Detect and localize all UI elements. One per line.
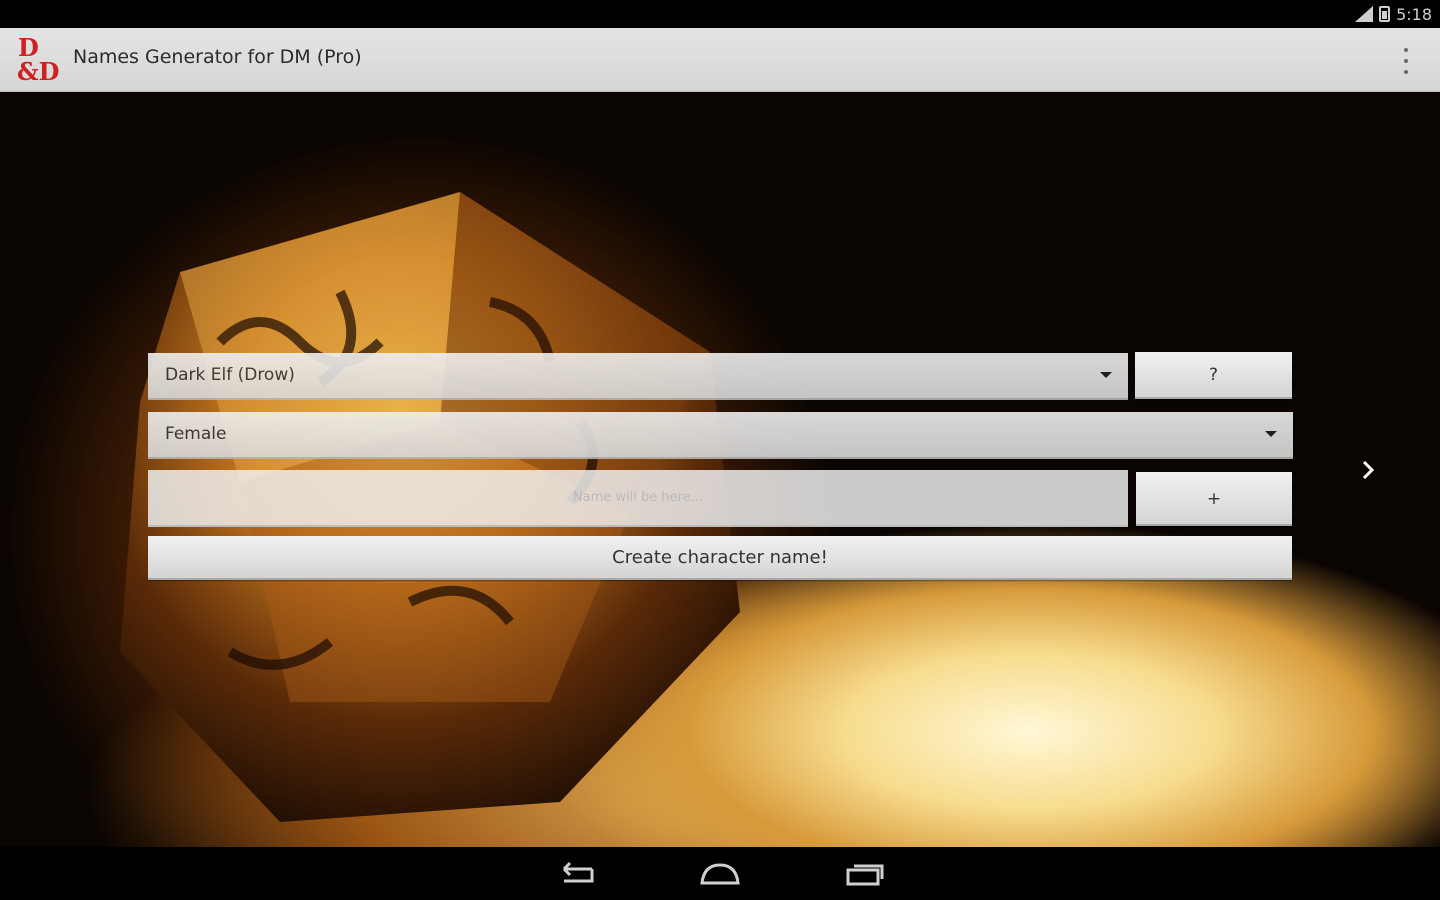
navigation-bar	[0, 847, 1440, 900]
add-button-label: +	[1206, 489, 1222, 509]
chevron-down-icon	[1100, 372, 1112, 378]
home-icon[interactable]	[698, 859, 742, 889]
action-bar: D &D Names Generator for DM (Pro)	[0, 28, 1440, 92]
name-output-placeholder: Name will be here...	[572, 490, 704, 505]
status-icons: 5:18	[1355, 4, 1432, 24]
help-button-label: ?	[1208, 365, 1219, 385]
create-name-button[interactable]: Create character name!	[148, 536, 1292, 580]
create-name-button-label: Create character name!	[612, 547, 828, 568]
help-button[interactable]: ?	[1135, 352, 1292, 399]
race-select-value: Dark Elf (Drow)	[165, 365, 295, 385]
battery-icon	[1379, 6, 1391, 22]
back-icon[interactable]	[554, 859, 598, 889]
race-select[interactable]: Dark Elf (Drow)	[148, 353, 1128, 400]
chevron-down-icon	[1265, 431, 1277, 437]
gender-select[interactable]: Female	[148, 412, 1293, 459]
add-button[interactable]: +	[1136, 472, 1292, 526]
status-time: 5:18	[1396, 4, 1432, 24]
signal-icon	[1355, 6, 1374, 22]
overflow-menu-icon[interactable]	[1398, 48, 1414, 74]
name-output-field[interactable]: Name will be here...	[148, 470, 1128, 527]
recents-icon[interactable]	[844, 859, 888, 889]
app-logo-line2: &D	[17, 57, 60, 86]
app-logo: D &D	[16, 34, 68, 86]
app-title: Names Generator for DM (Pro)	[73, 46, 362, 68]
chevron-right-icon[interactable]	[1360, 458, 1376, 482]
gender-select-value: Female	[165, 424, 227, 444]
status-bar: 5:18	[0, 0, 1440, 28]
